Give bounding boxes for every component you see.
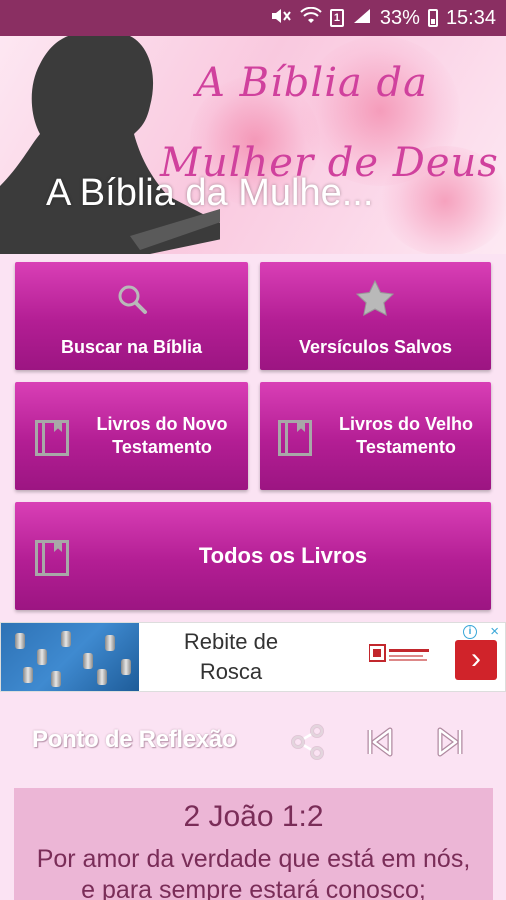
header-banner: A Bíblia da Mulher de Deus A Bíblia da M… — [0, 36, 506, 254]
old-testament-label: Livros do Velho Testamento — [338, 414, 474, 457]
banner-script-line1: A Bíblia da — [196, 60, 428, 106]
search-icon — [118, 285, 147, 314]
ad-headline[interactable]: Rebite de Rosca — [141, 627, 321, 687]
saved-verses-button[interactable]: Versículos Salvos — [260, 262, 491, 370]
all-books-label: Todos os Livros — [198, 543, 368, 568]
status-bar: 1 33% 15:34 — [0, 0, 506, 36]
app-title: A Bíblia da Mulhe... — [46, 172, 374, 214]
verse-card: 2 João 1:2 Por amor da verdade que está … — [14, 788, 493, 900]
verse-reference: 2 João 1:2 — [183, 800, 324, 833]
ad-headline-line2: Rosca — [199, 659, 263, 684]
ad-info-icon[interactable]: i — [463, 625, 477, 639]
share-icon[interactable] — [288, 722, 328, 762]
battery-icon — [427, 9, 438, 27]
signal-icon — [352, 7, 372, 29]
new-testament-button[interactable]: Livros do Novo Testamento — [15, 382, 248, 490]
search-bible-button[interactable]: Buscar na Bíblia — [15, 262, 248, 370]
ad-open-button[interactable]: › — [455, 640, 497, 680]
clock: 15:34 — [445, 6, 496, 29]
book-icon — [35, 420, 69, 456]
ad-image — [1, 623, 139, 691]
next-icon[interactable] — [430, 722, 470, 762]
advertiser-logo — [369, 644, 429, 662]
mute-icon — [270, 7, 292, 29]
star-icon — [356, 280, 394, 316]
search-bible-label: Buscar na Bíblia — [60, 337, 203, 357]
verse-line: e para sempre estará conosco; — [81, 876, 426, 900]
battery-percent: 33% — [379, 6, 420, 29]
new-testament-label: Livros do Novo Testamento — [96, 414, 228, 457]
wifi-icon — [300, 6, 322, 29]
sim-icon: 1 — [329, 9, 344, 27]
ad-headline-line1: Rebite de — [183, 629, 279, 654]
previous-icon[interactable] — [360, 722, 400, 762]
ad-banner[interactable]: Rebite de Rosca i × › — [0, 622, 506, 692]
all-books-button[interactable]: Todos os Livros — [15, 502, 491, 610]
old-testament-button[interactable]: Livros do Velho Testamento — [260, 382, 491, 490]
verse-line: Por amor da verdade que está em nós, — [36, 845, 471, 873]
verse-text: Por amor da verdade que está em nós, e p… — [14, 844, 493, 900]
saved-verses-label: Versículos Salvos — [298, 337, 453, 357]
book-icon — [278, 420, 312, 456]
reflection-title: Ponto de Reflexão — [32, 726, 237, 753]
ad-close-icon[interactable]: × — [490, 623, 499, 640]
